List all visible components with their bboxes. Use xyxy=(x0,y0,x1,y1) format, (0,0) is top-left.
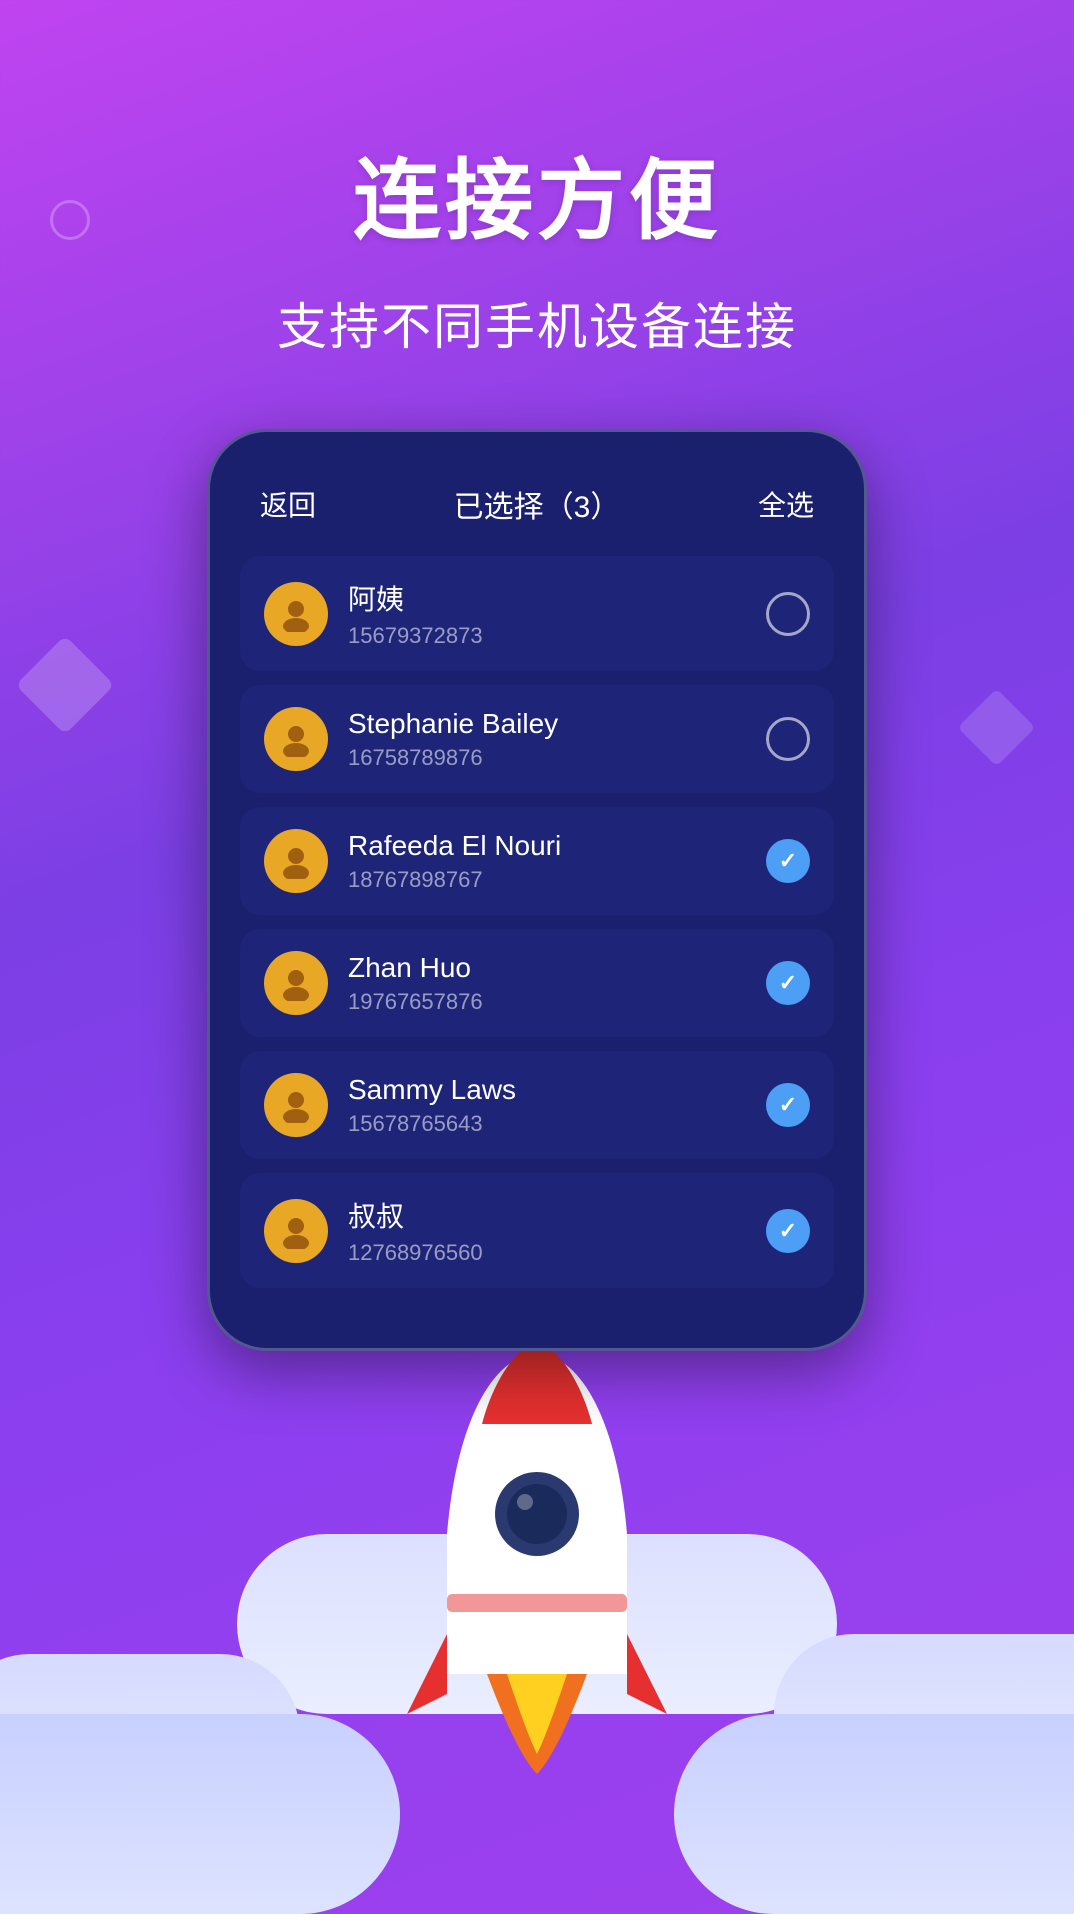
contact-name-3: Zhan Huo xyxy=(348,952,746,984)
contact-phone-0: 15679372873 xyxy=(348,623,746,649)
contact-name-2: Rafeeda El Nouri xyxy=(348,830,746,862)
contact-item-1[interactable]: Stephanie Bailey 16758789876 xyxy=(240,685,834,793)
checkmark-icon: ✓ xyxy=(779,848,797,874)
contact-phone-5: 12768976560 xyxy=(348,1240,746,1266)
rocket xyxy=(397,1334,677,1794)
contact-item-2[interactable]: Rafeeda El Nouri 18767898767 ✓ xyxy=(240,807,834,915)
checkmark-icon: ✓ xyxy=(779,1092,797,1118)
cloud-big-left xyxy=(0,1714,400,1914)
contact-item-0[interactable]: 阿姨 15679372873 xyxy=(240,556,834,671)
person-icon xyxy=(278,721,314,757)
checkbox-5[interactable]: ✓ xyxy=(766,1209,810,1253)
contact-phone-2: 18767898767 xyxy=(348,867,746,893)
bottom-section xyxy=(0,1394,1074,1914)
avatar-0 xyxy=(264,582,328,646)
deco-circle xyxy=(50,200,90,240)
contact-item-3[interactable]: Zhan Huo 19767657876 ✓ xyxy=(240,929,834,1037)
contact-name-5: 叔叔 xyxy=(348,1195,746,1235)
page-title-main: 连接方便 xyxy=(353,130,721,257)
person-icon xyxy=(278,596,314,632)
person-icon xyxy=(278,843,314,879)
phone-topbar: 返回 已选择（3） 全选 xyxy=(240,472,834,556)
page-title-sub: 支持不同手机设备连接 xyxy=(277,287,797,359)
contact-item-4[interactable]: Sammy Laws 15678765643 ✓ xyxy=(240,1051,834,1159)
rocket-svg xyxy=(397,1334,677,1794)
checkbox-4[interactable]: ✓ xyxy=(766,1083,810,1127)
deco-diamond-left xyxy=(16,636,115,735)
avatar-2 xyxy=(264,829,328,893)
contact-info-3: Zhan Huo 19767657876 xyxy=(348,952,746,1015)
avatar-3 xyxy=(264,951,328,1015)
contact-info-2: Rafeeda El Nouri 18767898767 xyxy=(348,830,746,893)
checkbox-3[interactable]: ✓ xyxy=(766,961,810,1005)
avatar-4 xyxy=(264,1073,328,1137)
checkbox-1[interactable] xyxy=(766,717,810,761)
person-icon xyxy=(278,1087,314,1123)
contact-name-1: Stephanie Bailey xyxy=(348,708,746,740)
select-all-button[interactable]: 全选 xyxy=(758,484,814,524)
checkmark-icon: ✓ xyxy=(779,970,797,996)
back-button[interactable]: 返回 xyxy=(260,484,316,524)
contact-phone-4: 15678765643 xyxy=(348,1111,746,1137)
contact-phone-1: 16758789876 xyxy=(348,745,746,771)
person-icon xyxy=(278,965,314,1001)
cloud-big-right xyxy=(674,1714,1074,1914)
checkbox-0[interactable] xyxy=(766,592,810,636)
contact-name-0: 阿姨 xyxy=(348,578,746,618)
avatar-1 xyxy=(264,707,328,771)
contact-list: 阿姨 15679372873 Stephanie Bailey 16758789… xyxy=(240,556,834,1288)
phone-mockup: 返回 已选择（3） 全选 阿姨 15679372873 xyxy=(207,429,867,1351)
person-icon xyxy=(278,1213,314,1249)
page-container: 连接方便 支持不同手机设备连接 返回 已选择（3） 全选 阿姨 xyxy=(0,0,1074,1914)
deco-diamond-right xyxy=(958,689,1036,767)
checkbox-2[interactable]: ✓ xyxy=(766,839,810,883)
contact-item-5[interactable]: 叔叔 12768976560 ✓ xyxy=(240,1173,834,1288)
contact-info-0: 阿姨 15679372873 xyxy=(348,578,746,649)
contact-info-4: Sammy Laws 15678765643 xyxy=(348,1074,746,1137)
selected-count: 已选择（3） xyxy=(454,482,621,526)
contact-name-4: Sammy Laws xyxy=(348,1074,746,1106)
contact-phone-3: 19767657876 xyxy=(348,989,746,1015)
checkmark-icon: ✓ xyxy=(779,1218,797,1244)
contact-info-1: Stephanie Bailey 16758789876 xyxy=(348,708,746,771)
contact-info-5: 叔叔 12768976560 xyxy=(348,1195,746,1266)
avatar-5 xyxy=(264,1199,328,1263)
